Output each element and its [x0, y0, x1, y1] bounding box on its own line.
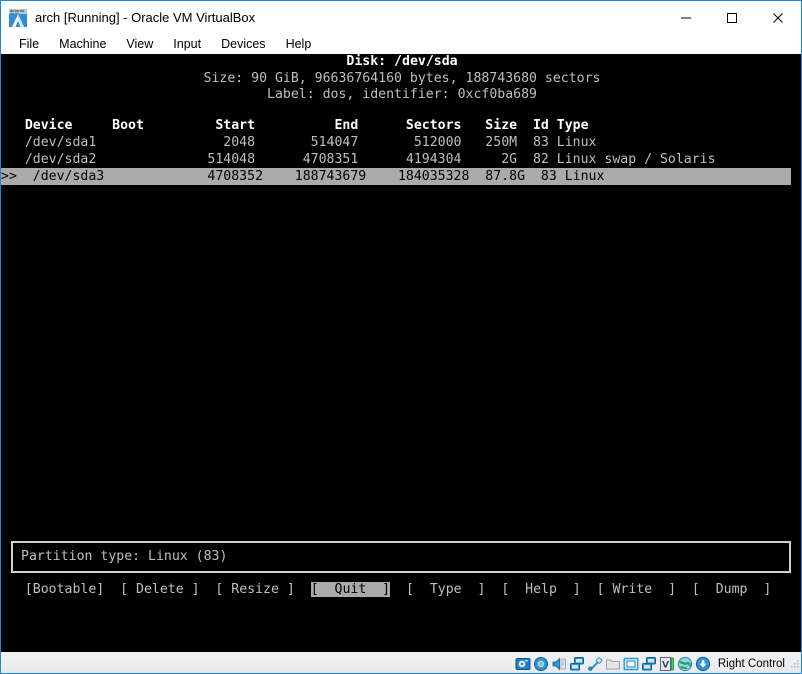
partition-table: Device Boot Start End Sectors Size Id Ty… [1, 117, 801, 185]
partition-type-text: Partition type: Linux (83) [21, 548, 228, 564]
resize-grip-icon[interactable] [789, 658, 799, 670]
vm-screen-terminal[interactable]: Disk: /dev/sda Size: 90 GiB, 96636764160… [1, 54, 801, 652]
close-button[interactable] [755, 2, 801, 34]
optical-disk-icon[interactable] [533, 656, 549, 672]
partition-type-box: Partition type: Linux (83) [11, 541, 791, 573]
remote-display-icon[interactable] [641, 656, 657, 672]
window-titlebar: arch [Running] - Oracle VM VirtualBox [1, 1, 801, 34]
buttons-indent [1, 582, 25, 597]
menu-item-help[interactable]: Help [276, 34, 322, 54]
globe-icon[interactable] [677, 656, 693, 672]
action-button-bar: [Bootable] [ Delete ] [ Resize ] [ Quit … [1, 581, 801, 598]
menu-item-view[interactable]: View [116, 34, 163, 54]
shared-folder-icon[interactable] [605, 656, 621, 672]
menu-item-file[interactable]: File [9, 34, 49, 54]
hard-disk-icon[interactable] [515, 656, 531, 672]
table-row[interactable]: /dev/sda1 2048 514047 512000 250M 83 Lin… [1, 134, 801, 151]
partition-table-header: Device Boot Start End Sectors Size Id Ty… [1, 118, 589, 133]
table-row[interactable]: /dev/sda2 514048 4708351 4194304 2G 82 L… [1, 151, 801, 168]
resize-button[interactable]: [ Resize ] [215, 582, 294, 597]
video-capture-icon[interactable]: V [659, 656, 675, 672]
virtualbox-vm-icon [9, 8, 27, 27]
menubar: File Machine View Input Devices Help [1, 34, 801, 54]
vm-statusbar: V Right Control [1, 652, 801, 673]
btn-gap [200, 582, 216, 597]
virtualbox-window: arch [Running] - Oracle VM VirtualBox Fi… [0, 0, 802, 674]
network-icon[interactable] [569, 656, 585, 672]
usb-icon[interactable] [587, 656, 603, 672]
host-key-label: Right Control [717, 657, 785, 670]
disk-title-line: Disk: /dev/sda [346, 54, 458, 69]
btn-gap [104, 582, 120, 597]
svg-text:V: V [662, 660, 669, 670]
btn-gap [581, 582, 597, 597]
menu-item-devices[interactable]: Devices [211, 34, 275, 54]
btn-gap [390, 582, 406, 597]
help-button[interactable]: [ Help ] [501, 582, 580, 597]
delete-button[interactable]: [ Delete ] [120, 582, 199, 597]
dump-button[interactable]: [ Dump ] [692, 582, 771, 597]
minimize-button[interactable] [663, 2, 709, 34]
disk-label-line: Label: dos, identifier: 0xcf0ba689 [267, 87, 537, 102]
window-title: arch [Running] - Oracle VM VirtualBox [35, 10, 256, 25]
quit-button[interactable]: [ Quit ] [310, 582, 391, 597]
bootable-button[interactable]: [Bootable] [25, 582, 104, 597]
write-button[interactable]: [ Write ] [597, 582, 676, 597]
disk-size-line: Size: 90 GiB, 96636764160 bytes, 1887436… [203, 70, 601, 86]
mouse-integration-icon[interactable] [695, 656, 711, 672]
maximize-button[interactable] [709, 2, 755, 34]
btn-gap [295, 582, 311, 597]
audio-icon[interactable] [551, 656, 567, 672]
menu-item-machine[interactable]: Machine [49, 34, 116, 54]
type-button[interactable]: [ Type ] [406, 582, 485, 597]
table-row[interactable]: >> /dev/sda3 4708352 188743679 184035328… [1, 168, 791, 185]
btn-gap [485, 582, 501, 597]
btn-gap [676, 582, 692, 597]
display-icon[interactable] [623, 656, 639, 672]
menu-item-input[interactable]: Input [163, 34, 211, 54]
